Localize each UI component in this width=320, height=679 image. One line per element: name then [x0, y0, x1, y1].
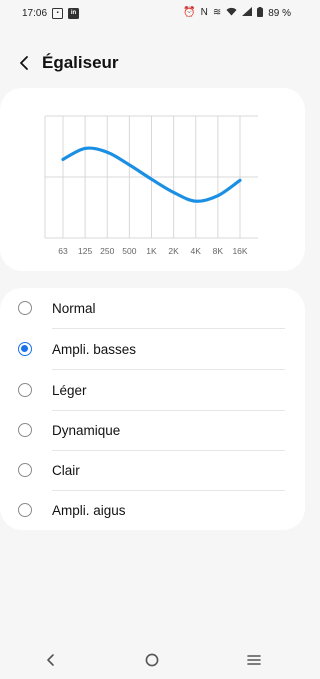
- radio-leger[interactable]: [18, 383, 32, 397]
- band-label-2K: 2K: [168, 246, 179, 256]
- wifi-icon: [226, 7, 237, 19]
- preset-list: Normal Ampli. basses Léger Dynamique Cla…: [0, 288, 305, 530]
- band-label-500: 500: [122, 246, 136, 256]
- status-right: ⏰ N ≋ 89 %: [183, 6, 291, 20]
- radio-dynamique[interactable]: [18, 423, 32, 437]
- radio-clair[interactable]: [18, 463, 32, 477]
- option-clair[interactable]: Clair: [0, 450, 305, 490]
- equalizer-band-labels: 63 125 250 500 1K 2K 4K 8K 16K: [58, 246, 248, 256]
- option-label: Ampli. basses: [52, 341, 137, 357]
- equalizer-graph[interactable]: 63 125 250 500 1K 2K 4K 8K 16K: [0, 88, 305, 271]
- alarm-icon: ⏰: [183, 7, 196, 18]
- band-label-1K: 1K: [146, 246, 157, 256]
- band-label-63: 63: [58, 246, 68, 256]
- option-ampli-basses[interactable]: Ampli. basses: [0, 329, 305, 369]
- back-button[interactable]: [10, 49, 38, 77]
- equalizer-card: 63 125 250 500 1K 2K 4K 8K 16K: [0, 88, 305, 271]
- equalizer-grid: [44, 115, 258, 239]
- status-left: 17:06 ▪ in: [22, 7, 80, 19]
- option-dynamique[interactable]: Dynamique: [0, 410, 305, 450]
- linkedin-icon: in: [68, 7, 80, 19]
- option-ampli-aigus[interactable]: Ampli. aigus: [0, 490, 305, 530]
- radio-ampli-basses[interactable]: [18, 342, 32, 356]
- signal-icon: [242, 7, 253, 19]
- option-normal[interactable]: Normal: [0, 288, 305, 328]
- nav-home-button[interactable]: [132, 645, 172, 675]
- nav-back-button[interactable]: [31, 645, 71, 675]
- notification-box-icon: ▪: [52, 7, 64, 19]
- recents-icon: [247, 654, 261, 665]
- radio-ampli-aigus[interactable]: [18, 503, 32, 517]
- back-arrow-icon: [20, 56, 28, 70]
- back-icon: [47, 653, 54, 666]
- battery-icon: [257, 6, 264, 20]
- nfc-icon: N: [200, 7, 208, 18]
- option-label: Ampli. aigus: [52, 502, 126, 518]
- battery-percent: 89 %: [268, 7, 291, 19]
- band-label-250: 250: [100, 246, 114, 256]
- option-label: Dynamique: [52, 422, 121, 438]
- vibrate-icon: ≋: [212, 7, 222, 18]
- band-label-125: 125: [78, 246, 92, 256]
- option-leger[interactable]: Léger: [0, 370, 305, 410]
- header: Égaliseur: [0, 46, 305, 80]
- option-label: Léger: [52, 382, 87, 398]
- band-label-4K: 4K: [191, 246, 202, 256]
- band-label-16K: 16K: [232, 246, 247, 256]
- radio-normal[interactable]: [18, 301, 32, 315]
- navigation-bar: [0, 640, 305, 679]
- option-label: Normal: [52, 300, 96, 316]
- page-title: Égaliseur: [42, 53, 119, 72]
- nav-recents-button[interactable]: [234, 645, 274, 675]
- option-label: Clair: [52, 462, 80, 478]
- home-icon: [146, 653, 159, 666]
- status-bar: 17:06 ▪ in ⏰ N ≋ 89 %: [0, 0, 305, 26]
- band-label-8K: 8K: [213, 246, 224, 256]
- status-time: 17:06: [22, 7, 48, 19]
